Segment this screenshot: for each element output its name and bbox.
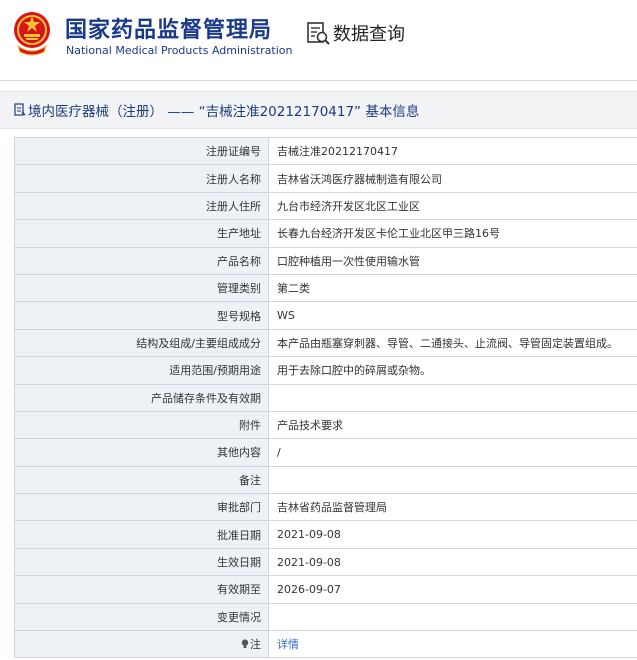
field-value: 产品技术要求 bbox=[268, 410, 637, 440]
table-row: 型号规格 WS bbox=[14, 301, 637, 330]
field-value: 本产品由瓶塞穿刺器、导管、二通接头、止流阀、导管固定装置组成。 bbox=[268, 328, 637, 358]
page-title: 境内医疗器械（注册） —— “吉械注准20212170417” 基本信息 bbox=[28, 104, 420, 120]
field-value: 2026-09-07 bbox=[268, 575, 637, 604]
table-row: 结构及组成/主要组成成分 本产品由瓶塞穿刺器、导管、二通接头、止流阀、导管固定装置… bbox=[14, 328, 637, 358]
field-value: 吉林省药品监督管理局 bbox=[268, 493, 637, 522]
field-value: 吉林省沃鸿医疗器械制造有限公司 bbox=[268, 164, 637, 193]
table-row: 批准日期 2021-09-08 bbox=[14, 520, 637, 549]
site-header: 国家药品监督管理局 National Medical Products Admi… bbox=[0, 0, 637, 80]
field-label: 注册证编号 bbox=[14, 136, 269, 166]
table-row: 适用范围/预期用途 用于去除口腔中的碎屑或杂物。 bbox=[14, 356, 637, 385]
table-row: 有效期至 2026-09-07 bbox=[14, 575, 637, 604]
field-label: 结构及组成/主要组成成分 bbox=[14, 328, 269, 358]
registration-info-table: 注册证编号 吉械注准20212170417 注册人名称 吉林省沃鸿医疗器械制造有限公司… bbox=[14, 136, 637, 659]
document-icon bbox=[14, 103, 26, 116]
field-value bbox=[268, 383, 637, 412]
field-value: 2021-09-08 bbox=[268, 547, 637, 577]
field-label: 产品储存条件及有效期 bbox=[14, 383, 269, 412]
table-row-note: 注 详情 bbox=[14, 630, 637, 659]
field-label: 审批部门 bbox=[14, 493, 269, 522]
field-label: 生效日期 bbox=[14, 547, 269, 577]
table-row: 审批部门 吉林省药品监督管理局 bbox=[14, 493, 637, 522]
field-label: 适用范围/预期用途 bbox=[14, 356, 269, 385]
field-label: 有效期至 bbox=[14, 575, 269, 604]
header-divider bbox=[0, 80, 637, 81]
table-row: 注册证编号 吉械注准20212170417 bbox=[14, 136, 637, 166]
field-label: 批准日期 bbox=[14, 520, 269, 549]
field-value: 详情 bbox=[268, 630, 637, 659]
table-row: 管理类别 第二类 bbox=[14, 273, 637, 303]
lightbulb-icon bbox=[241, 639, 249, 649]
field-label: 附件 bbox=[14, 410, 269, 440]
note-label: 注 bbox=[250, 638, 261, 652]
field-label: 变更情况 bbox=[14, 602, 269, 632]
table-row: 其他内容 / bbox=[14, 438, 637, 467]
data-query-icon bbox=[307, 22, 330, 45]
field-value: / bbox=[268, 438, 637, 467]
table-row: 注册人名称 吉林省沃鸿医疗器械制造有限公司 bbox=[14, 164, 637, 193]
field-label: 注册人住所 bbox=[14, 191, 269, 221]
field-value: 长春九台经济开发区卡伦工业北区甲三路16号 bbox=[268, 219, 637, 248]
table-row: 备注 bbox=[14, 465, 637, 495]
field-value bbox=[268, 602, 637, 632]
org-name-cn: 国家药品监督管理局 bbox=[65, 18, 273, 43]
details-link[interactable]: 详情 bbox=[277, 638, 299, 651]
field-value: WS bbox=[268, 301, 637, 330]
table-row: 注册人住所 九台市经济开发区北区工业区 bbox=[14, 191, 637, 221]
table-row: 附件 产品技术要求 bbox=[14, 410, 637, 440]
table-row: 产品储存条件及有效期 bbox=[14, 383, 637, 412]
field-value: 第二类 bbox=[268, 273, 637, 303]
data-query-label: 数据查询 bbox=[333, 24, 405, 45]
field-label: 注册人名称 bbox=[14, 164, 269, 193]
field-value: 口腔种植用一次性使用输水管 bbox=[268, 246, 637, 275]
table-row: 生产地址 长春九台经济开发区卡伦工业北区甲三路16号 bbox=[14, 219, 637, 248]
field-label: 注 bbox=[14, 630, 269, 659]
field-label: 产品名称 bbox=[14, 246, 269, 275]
page-title-bar: 境内医疗器械（注册） —— “吉械注准20212170417” 基本信息 bbox=[0, 91, 637, 129]
table-row: 产品名称 口腔种植用一次性使用输水管 bbox=[14, 246, 637, 275]
field-label: 其他内容 bbox=[14, 438, 269, 467]
field-value: 2021-09-08 bbox=[268, 520, 637, 549]
field-value: 吉械注准20212170417 bbox=[268, 136, 637, 166]
field-value bbox=[268, 465, 637, 495]
field-label: 管理类别 bbox=[14, 273, 269, 303]
field-label: 生产地址 bbox=[14, 219, 269, 248]
field-label: 备注 bbox=[14, 465, 269, 495]
table-row: 变更情况 bbox=[14, 602, 637, 632]
field-value: 用于去除口腔中的碎屑或杂物。 bbox=[268, 356, 637, 385]
field-value: 九台市经济开发区北区工业区 bbox=[268, 191, 637, 221]
data-query-link[interactable]: 数据查询 bbox=[306, 20, 405, 46]
org-name-en: National Medical Products Administration bbox=[66, 44, 293, 57]
table-row: 生效日期 2021-09-08 bbox=[14, 547, 637, 577]
field-label: 型号规格 bbox=[14, 301, 269, 330]
national-emblem-icon bbox=[14, 12, 50, 56]
